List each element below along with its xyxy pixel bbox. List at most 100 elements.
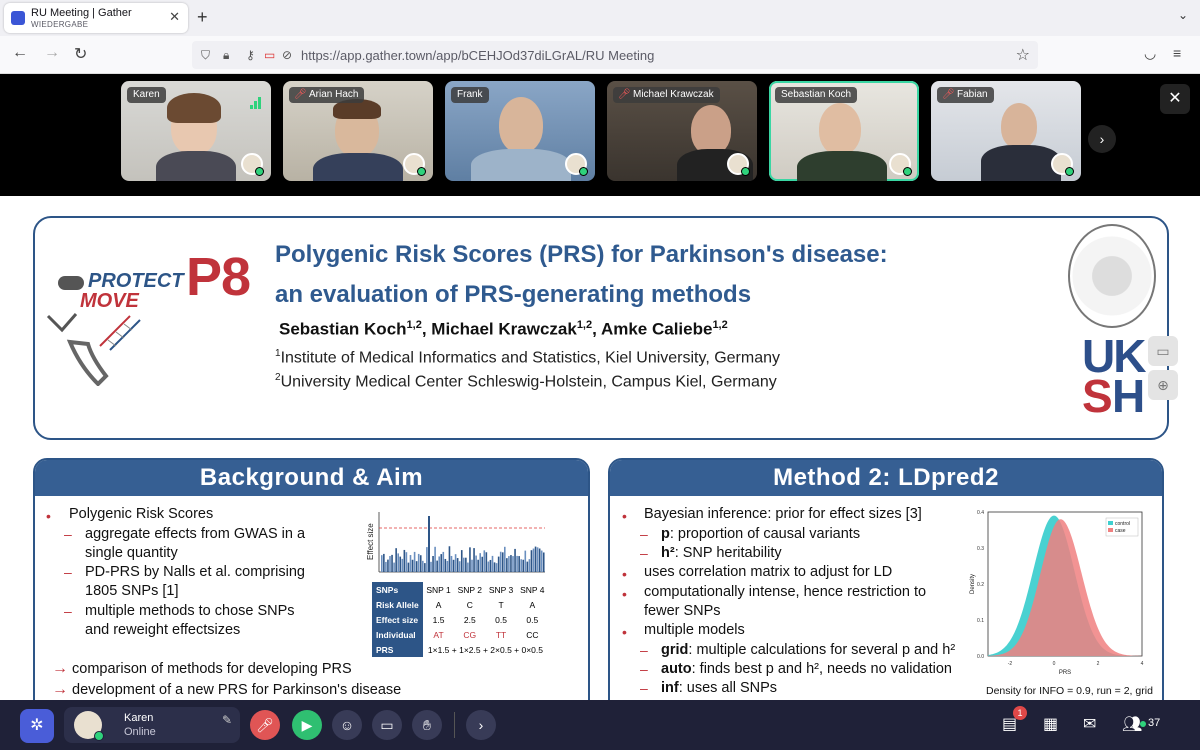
bullet-dot: • (46, 508, 51, 524)
permissions-icon[interactable]: ⚷ (246, 48, 255, 62)
project-code: P8 (186, 247, 251, 307)
manhattan-bar (522, 559, 525, 572)
chat-icon[interactable]: ✉ (1083, 714, 1096, 734)
bullet-dot: • (622, 624, 627, 640)
video-strip: Karen 🎤︎ Arian Hach Frank 🎤︎ Michael Krawc… (0, 74, 1200, 196)
bullet-text: comparison of methods for developing PRS (72, 661, 352, 677)
manhattan-bar (389, 556, 391, 572)
calendar-icon[interactable]: ▦ (1043, 714, 1058, 734)
reload-icon[interactable]: ↻ (74, 44, 87, 64)
participant-name: Frank (451, 87, 489, 103)
emoji-button[interactable]: ☺ (332, 710, 362, 740)
video-tile-karen[interactable]: Karen (121, 81, 271, 181)
manhattan-bar (454, 554, 457, 572)
manhattan-bar (403, 549, 406, 572)
manhattan-bar (401, 558, 404, 572)
manhattan-bar (497, 556, 500, 572)
bullet-text: fewer SNPs (644, 603, 721, 619)
raise-hand-button[interactable]: ✋︎ (412, 710, 442, 740)
menu-icon[interactable]: ≡ (1173, 45, 1181, 61)
section-heading: Method 2: LDpred2 (610, 460, 1162, 496)
bookmark-star-icon[interactable]: ☆ (1016, 45, 1030, 65)
bullet-text: grid: multiple calculations for several … (661, 642, 956, 658)
user-status-card[interactable]: Karen Online ✎ (64, 707, 240, 743)
manhattan-bar (446, 560, 449, 572)
tab-bar: RU Meeting | Gather WIEDERGABE ✕ + ⌄ (0, 0, 1200, 36)
x-axis-label: PRS (1059, 670, 1071, 676)
close-video-strip-button[interactable]: ✕ (1160, 84, 1190, 114)
user-status: Online (124, 726, 156, 738)
manhattan-bar (422, 560, 424, 572)
online-dot (1140, 721, 1146, 727)
kiel-university-seal (1068, 224, 1156, 328)
back-arrow-icon[interactable]: ← (12, 44, 28, 62)
manhattan-bar (506, 558, 508, 572)
navigation-bar: ← → ↻ ⛉ 🔒︎ ⚷ ▭ ⊘ https://app.gather.town… (0, 36, 1200, 74)
tab-title: RU Meeting | Gather (31, 7, 132, 19)
bullet-text: Polygenic Risk Scores (69, 506, 214, 522)
video-tile-fabian[interactable]: 🎤︎ Fabian (931, 81, 1081, 181)
video-tile-arian-hach[interactable]: 🎤︎ Arian Hach (283, 81, 433, 181)
mic-toggle-button[interactable]: 🎤︎ (250, 710, 280, 740)
browser-tab[interactable]: RU Meeting | Gather WIEDERGABE ✕ (4, 3, 188, 33)
user-name: Karen (124, 712, 154, 724)
tab-list-chevron-icon[interactable]: ⌄ (1178, 8, 1188, 22)
manhattan-bar (485, 552, 488, 572)
mic-blocked-icon[interactable]: ⊘ (282, 48, 292, 62)
pocket-icon[interactable]: ◡ (1144, 45, 1156, 62)
section-heading: Background & Aim (35, 460, 588, 496)
bullet-text: multiple methods to chose SNPs (85, 603, 295, 619)
lock-icon[interactable]: 🔒︎ (223, 48, 229, 63)
url-bar[interactable]: ⛉ 🔒︎ ⚷ ▭ ⊘ https://app.gather.town/app/b… (192, 41, 1038, 69)
bullet-dot: • (622, 566, 627, 582)
video-tile-michael-krawczak[interactable]: 🎤︎ Michael Krawczak (607, 81, 757, 181)
camera-sharing-icon[interactable]: ▭ (264, 48, 275, 62)
poster-title-line2: an evaluation of PRS-generating methods (275, 281, 752, 308)
avatar (1051, 153, 1074, 176)
avatar (889, 153, 912, 176)
next-participants-button[interactable]: › (1088, 125, 1116, 153)
screen-share-button[interactable]: ▭ (372, 710, 402, 740)
video-tile-frank[interactable]: Frank (445, 81, 595, 181)
manhattan-bar (471, 559, 473, 572)
bullet-dot: • (622, 508, 627, 524)
tab-close-icon[interactable]: ✕ (169, 9, 180, 25)
uksh-logo-h: H (1112, 370, 1145, 422)
expand-actions-button[interactable]: › (466, 710, 496, 740)
legend-label: control (1115, 521, 1130, 527)
shield-icon[interactable]: ⛉ (201, 48, 210, 63)
snp-table: SNPs SNP 1 SNP 2 SNP 3 SNP 4 Risk Allele A C T A… (372, 582, 548, 657)
new-tab-button[interactable]: + (197, 7, 208, 28)
manhattan-bar (436, 560, 438, 572)
gather-menu-icon[interactable]: ✲ (20, 709, 54, 743)
signal-strength-icon (249, 91, 261, 109)
manhattan-bar (481, 556, 484, 572)
manhattan-bar (469, 547, 471, 572)
dash: – (640, 661, 648, 677)
pencil-icon[interactable]: ✎ (222, 713, 232, 727)
manhattan-bar (409, 555, 412, 572)
manhattan-bar (483, 550, 486, 572)
manhattan-bar (434, 546, 436, 572)
poster: PROTECT MOVE P8 Polygenic Risk Scores (P… (0, 196, 1200, 700)
camera-toggle-button[interactable]: ▶ (292, 710, 322, 740)
manhattan-bar (473, 548, 475, 572)
manhattan-bar (538, 548, 541, 572)
avatar (727, 153, 750, 176)
zoom-icon[interactable]: ⊕ (1148, 370, 1178, 400)
manhattan-bar (520, 559, 522, 572)
forward-arrow-icon[interactable]: → (44, 44, 60, 62)
manhattan-bar (493, 562, 496, 572)
legend-swatch (1108, 521, 1113, 525)
density-chart: -2 0 2 4 0.0 0.1 0.2 0.3 0.4 PRS Density controlcas… (970, 510, 1144, 676)
manhattan-bar (432, 556, 434, 572)
participant-name: Sebastian Koch (775, 87, 858, 103)
screen-share-icon[interactable]: ▭ (1148, 336, 1178, 366)
manhattan-bar (540, 550, 543, 572)
dash: – (640, 680, 648, 696)
y-tick-label: 0.1 (977, 618, 984, 624)
manhattan-bar (512, 556, 514, 572)
bullet-text: inf: uses all SNPs (661, 680, 778, 696)
manhattan-bar (489, 559, 492, 572)
video-tile-sebastian-koch[interactable]: Sebastian Koch (769, 81, 919, 181)
